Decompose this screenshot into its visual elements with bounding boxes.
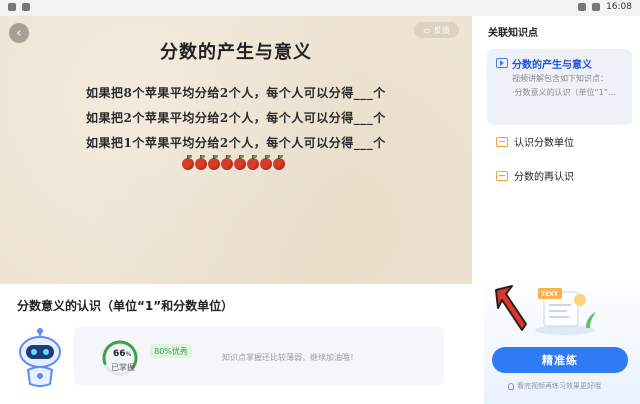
wifi-icon bbox=[578, 3, 587, 11]
question-line: 如果把1个苹果平均分给2个人，每个人可以分得___个 bbox=[86, 136, 386, 150]
mastery-comment: 知识点掌握还比较薄弱，继续加油哦！ bbox=[222, 353, 358, 362]
battery-icon bbox=[592, 3, 601, 11]
apple-icon bbox=[260, 155, 272, 170]
feedback-label: 反馈 bbox=[433, 25, 450, 35]
knowledge-point-label: 分数的再认识 bbox=[514, 172, 574, 183]
status-time: 16:08 bbox=[606, 2, 632, 12]
sidebar-title: 关联知识点 bbox=[488, 28, 538, 39]
question-line: 如果把2个苹果平均分给2个人，每个人可以分得___个 bbox=[86, 111, 386, 125]
mastery-percent: 66% bbox=[113, 349, 132, 359]
app-icon bbox=[22, 3, 30, 11]
status-bar: 16:08 bbox=[0, 0, 640, 16]
apple-row bbox=[182, 155, 285, 170]
apple-icon bbox=[234, 155, 246, 170]
svg-text:TEXT: TEXT bbox=[541, 291, 559, 298]
lightbulb-icon bbox=[508, 382, 514, 390]
knowledge-point-active[interactable]: 分数的产生与意义 视频讲解包含如下知识点： ·分数意义的认识（单位“1”... bbox=[487, 49, 632, 125]
mastery-label: 已掌握 bbox=[111, 363, 135, 372]
status-left bbox=[8, 3, 30, 11]
knowledge-point-item[interactable]: 认识分数单位 bbox=[496, 134, 574, 149]
knowledge-point-desc: ·分数意义的认识（单位“1”... bbox=[512, 88, 616, 97]
video-player[interactable]: ‹ ▭ 反馈 分数的产生与意义 如果把8个苹果平均分给2个人，每个人可以分得__… bbox=[0, 16, 472, 284]
robot-mascot-icon bbox=[19, 328, 61, 387]
video-icon bbox=[496, 58, 508, 68]
status-right: 16:08 bbox=[578, 2, 632, 12]
apple-icon bbox=[247, 155, 259, 170]
text-document-illustration: TEXT bbox=[535, 288, 596, 335]
excellence-badge: 80%优秀 bbox=[150, 344, 192, 358]
apple-icon bbox=[208, 155, 220, 170]
card-icon bbox=[496, 170, 508, 181]
practice-hint: 看完视频再练习效果更好哦 bbox=[508, 381, 601, 391]
feedback-icon: ▭ bbox=[423, 25, 431, 35]
card-icon bbox=[496, 136, 508, 147]
question-line: 如果把8个苹果平均分给2个人，每个人可以分得___个 bbox=[86, 86, 386, 100]
apple-icon bbox=[221, 155, 233, 170]
video-title: 分数的产生与意义 bbox=[160, 42, 312, 63]
practice-hint-text: 看完视频再练习效果更好哦 bbox=[517, 382, 601, 390]
notification-icon bbox=[8, 3, 16, 11]
knowledge-point-name: 分数的产生与意义 bbox=[512, 60, 592, 71]
feedback-button[interactable]: ▭ 反馈 bbox=[414, 22, 459, 38]
knowledge-point-label: 认识分数单位 bbox=[514, 138, 574, 149]
knowledge-point-item[interactable]: 分数的再认识 bbox=[496, 168, 574, 183]
lesson-title: 分数意义的认识（单位“1”和分数单位） bbox=[17, 299, 234, 313]
apple-icon bbox=[195, 155, 207, 170]
pointer-arrow-icon bbox=[495, 285, 527, 331]
apple-icon bbox=[273, 155, 285, 170]
apple-icon bbox=[182, 155, 194, 170]
precise-practice-button[interactable]: 精准练 bbox=[492, 347, 628, 373]
knowledge-point-desc: 视频讲解包含如下知识点： bbox=[512, 74, 608, 83]
